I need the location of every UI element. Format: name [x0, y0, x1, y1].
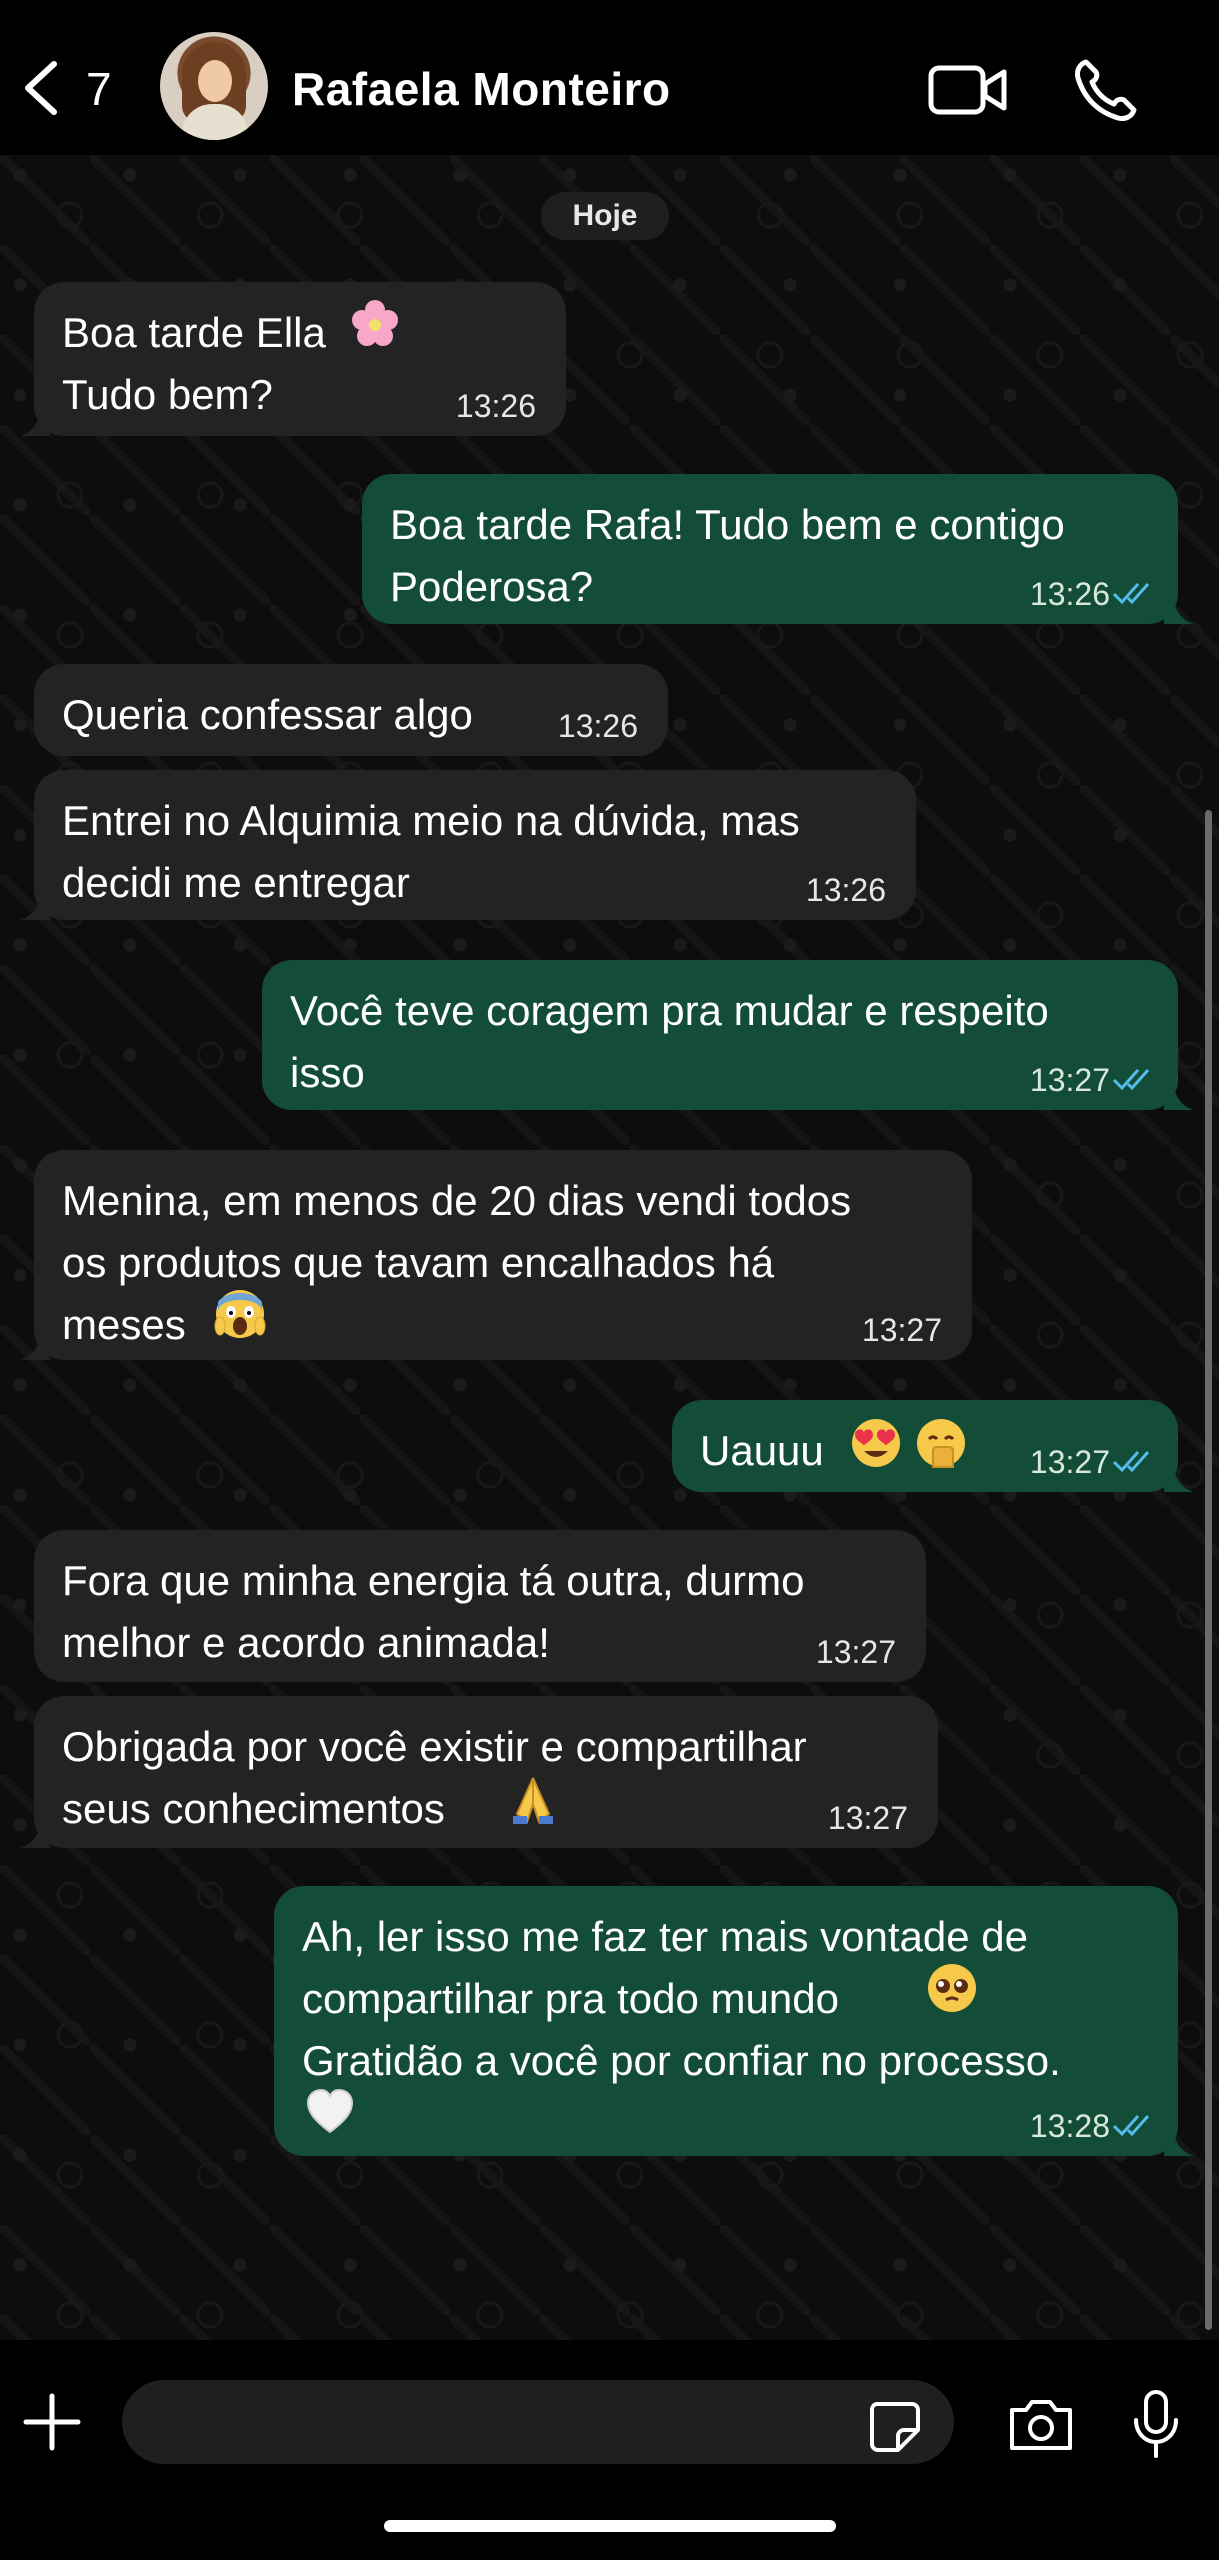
sticker-icon[interactable]	[866, 2398, 922, 2454]
message-bubble-incoming[interactable]: Obrigada por você existir e compartilhar…	[34, 1696, 938, 1848]
screaming-face-icon	[214, 1290, 266, 1338]
message-text: Obrigada por você existir e compartilhar…	[62, 1723, 807, 1832]
heart-eyes-icon	[852, 1419, 900, 1467]
bubble-tail	[20, 406, 50, 436]
message-time: 13:26	[805, 872, 886, 908]
bubble-tail	[1164, 1080, 1194, 1110]
plus-icon[interactable]	[22, 2392, 82, 2452]
message-text: Entrei no Alquimia meio na dúvida, mas d…	[62, 797, 800, 906]
message-input[interactable]	[122, 2380, 954, 2464]
message-bubble-incoming[interactable]: Queria confessar algo 13:26	[34, 664, 668, 756]
message-time: 13:27	[1029, 1062, 1110, 1098]
date-separator: Hoje	[541, 192, 669, 240]
microphone-icon[interactable]	[1128, 2388, 1184, 2460]
bubble-tail	[20, 890, 50, 920]
avatar[interactable]	[160, 32, 268, 140]
bubble-tail	[20, 1818, 50, 1848]
folded-hands-icon	[513, 1777, 553, 1824]
message-text: Boa tarde Rafa! Tudo bem e contigo Poder…	[390, 501, 1065, 610]
hand-over-mouth-icon	[917, 1419, 965, 1468]
message-bubble-incoming[interactable]: Entrei no Alquimia meio na dúvida, mas d…	[34, 770, 916, 920]
bubble-tail	[1164, 594, 1194, 624]
message-bubble-outgoing[interactable]: Ah, ler isso me faz ter mais vontade de …	[274, 1886, 1178, 2156]
message-text: Uauuu	[700, 1427, 824, 1474]
read-receipt-icon	[1112, 1451, 1150, 1473]
voice-call-icon[interactable]	[1070, 56, 1140, 126]
camera-icon[interactable]	[1006, 2394, 1076, 2454]
message-time: 13:27	[815, 1634, 896, 1670]
message-bubble-outgoing[interactable]: Você teve coragem pra mudar e respeito i…	[262, 960, 1178, 1110]
home-indicator	[384, 2520, 836, 2532]
scrollbar[interactable]	[1205, 810, 1212, 2330]
back-chevron-icon[interactable]	[18, 58, 68, 118]
bubble-tail	[20, 1330, 50, 1360]
unread-count[interactable]: 7	[86, 62, 112, 116]
read-receipt-icon	[1112, 583, 1150, 605]
pleading-face-icon	[928, 1964, 976, 2012]
message-time: 13:28	[1029, 2108, 1110, 2144]
message-time: 13:27	[861, 1312, 942, 1348]
message-time: 13:26	[455, 388, 536, 424]
message-time: 13:27	[827, 1800, 908, 1836]
video-call-icon[interactable]	[928, 62, 1008, 118]
message-composer	[0, 2340, 1219, 2560]
bubble-tail	[1164, 2126, 1194, 2156]
message-text: Você teve coragem pra mudar e respeito i…	[290, 987, 1049, 1096]
message-time: 13:27	[1029, 1444, 1110, 1480]
message-text: Fora que minha energia tá outra, durmo m…	[62, 1557, 805, 1666]
contact-name[interactable]: Rafaela Monteiro	[292, 62, 671, 116]
white-heart-icon	[306, 2088, 354, 2134]
chat-header: 7 Rafaela Monteiro	[0, 0, 1219, 155]
message-text: Queria confessar algo	[62, 691, 473, 738]
message-bubble-incoming[interactable]: Menina, em menos de 20 dias vendi todos …	[34, 1150, 972, 1360]
message-bubble-outgoing[interactable]: Boa tarde Rafa! Tudo bem e contigo Poder…	[362, 474, 1178, 624]
read-receipt-icon	[1112, 2115, 1150, 2137]
bubble-tail	[1164, 1462, 1194, 1492]
message-time: 13:26	[1029, 576, 1110, 612]
message-time: 13:26	[557, 708, 638, 744]
message-text: Menina, em menos de 20 dias vendi todos …	[62, 1177, 852, 1348]
message-bubble-incoming[interactable]: Boa tarde Ella Tudo bem? 13:26	[34, 282, 566, 436]
cherry-blossom-icon	[352, 300, 398, 346]
message-bubble-incoming[interactable]: Fora que minha energia tá outra, durmo m…	[34, 1530, 926, 1682]
read-receipt-icon	[1112, 1069, 1150, 1091]
message-text: Boa tarde Ella Tudo bem?	[62, 309, 326, 418]
